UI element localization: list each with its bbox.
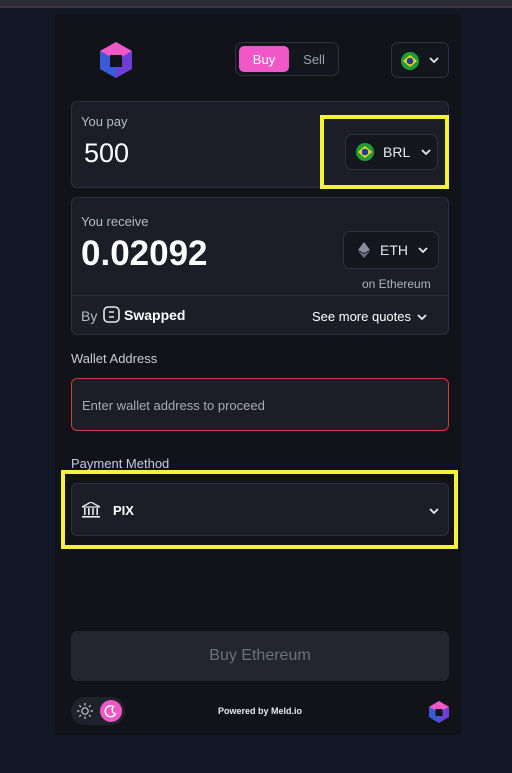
payment-highlight-box <box>61 470 458 549</box>
country-selector[interactable] <box>391 42 449 78</box>
buy-sell-toggle: Buy Sell <box>235 42 339 76</box>
sun-icon <box>77 703 93 719</box>
moon-toggle[interactable] <box>100 700 122 722</box>
meld-logo-icon <box>100 42 132 78</box>
meld-logo-icon <box>429 701 449 723</box>
provider-by-label: By <box>81 308 98 324</box>
tab-sell[interactable]: Sell <box>292 46 336 72</box>
see-more-quotes-label: See more quotes <box>312 309 412 324</box>
ethereum-icon <box>358 242 370 258</box>
provider-name: Swapped <box>124 306 186 323</box>
receive-label: You receive <box>81 214 149 229</box>
wallet-address-label: Wallet Address <box>71 351 158 366</box>
swapped-logo-icon <box>103 306 120 323</box>
browser-top-line <box>0 6 512 8</box>
payment-method-label: Payment Method <box>71 456 170 471</box>
receive-amount: 0.02092 <box>81 234 208 273</box>
powered-by-text: Powered by Meld.io <box>218 706 303 716</box>
wallet-address-placeholder: Enter wallet address to proceed <box>82 398 265 413</box>
receive-network: on Ethereum <box>362 277 431 291</box>
buy-ethereum-button[interactable]: Buy Ethereum <box>71 631 449 681</box>
chevron-down-icon <box>418 247 428 254</box>
moon-icon <box>104 705 117 718</box>
theme-toggle[interactable] <box>71 697 125 725</box>
chevron-down-icon <box>417 313 427 320</box>
pay-amount-input[interactable] <box>82 135 266 171</box>
brazil-flag-icon <box>401 52 419 70</box>
receive-currency-selector[interactable]: ETH <box>343 231 439 269</box>
pay-label: You pay <box>81 114 128 129</box>
receive-currency-code: ETH <box>380 242 408 258</box>
chevron-down-icon <box>429 57 439 64</box>
see-more-quotes-link[interactable]: See more quotes <box>312 309 428 324</box>
provider-badge[interactable]: Swapped <box>103 306 185 323</box>
currency-highlight-box <box>320 115 449 189</box>
tab-buy[interactable]: Buy <box>239 46 289 72</box>
receive-divider <box>72 295 448 296</box>
wallet-address-field[interactable]: Enter wallet address to proceed <box>71 378 449 431</box>
